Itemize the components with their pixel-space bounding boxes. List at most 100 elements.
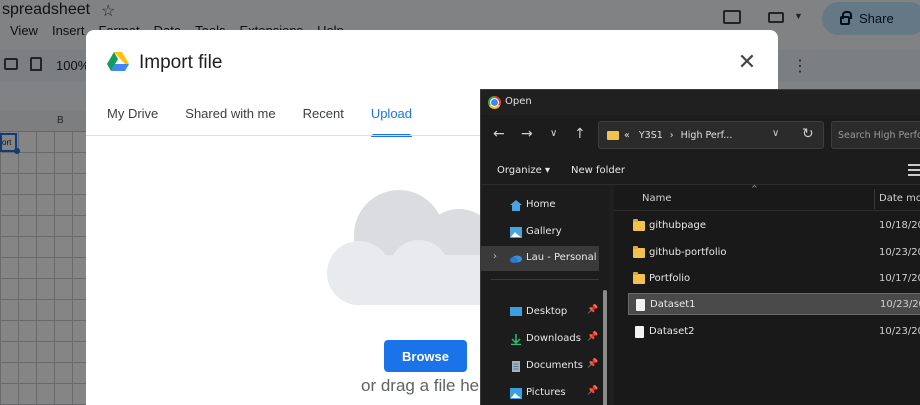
close-icon[interactable]: ✕	[737, 51, 757, 73]
up-arrow-icon[interactable]: ↑	[574, 126, 586, 142]
comment-icon[interactable]	[723, 10, 741, 24]
pin-icon[interactable]: 📌	[587, 386, 598, 396]
file-date: 10/17/20	[879, 273, 920, 284]
sidebar-item-pictures[interactable]: Pictures 📌	[481, 381, 599, 405]
pin-icon[interactable]: 📌	[587, 305, 598, 315]
more-icon[interactable]: ⋮	[792, 56, 808, 76]
file-name: Dataset1	[650, 299, 696, 310]
title-bar: Open	[481, 90, 920, 115]
file-icon	[635, 326, 644, 338]
address-dropdown-icon[interactable]: ∨	[772, 128, 779, 139]
file-icon	[636, 299, 645, 311]
navigation-pane: Home Gallery › Lau - Personal Desktop 📌 …	[481, 185, 609, 405]
breadcrumb-item-y3s1[interactable]: Y3S1	[639, 130, 663, 141]
sidebar-item-label: Pictures	[526, 387, 566, 398]
zoom-select[interactable]: 100%	[56, 58, 89, 73]
chrome-icon	[488, 96, 501, 109]
sidebar-item-desktop[interactable]: Desktop 📌	[481, 300, 599, 325]
file-row-portfolio[interactable]: Portfolio 10/17/20	[628, 268, 920, 290]
sidebar-item-label: Home	[526, 199, 556, 210]
command-bar: Organize ▾ New folder	[481, 155, 920, 185]
sidebar-item-label: Desktop	[526, 306, 568, 317]
document-title[interactable]: spreadsheet	[2, 1, 90, 19]
breadcrumb-overflow[interactable]: «	[624, 130, 630, 141]
folder-icon	[633, 272, 645, 284]
breadcrumb-separator-icon: ›	[669, 130, 674, 141]
sidebar-divider	[491, 279, 599, 280]
paint-format-icon[interactable]	[30, 57, 42, 71]
sidebar-item-label: Lau - Personal	[526, 252, 597, 263]
sidebar-scrollbar[interactable]	[603, 290, 607, 405]
back-arrow-icon[interactable]: ←	[493, 126, 505, 142]
screen: spreadsheet ☆ View Insert Format Data To…	[0, 0, 920, 405]
forward-arrow-icon[interactable]: →	[521, 126, 533, 142]
home-icon	[510, 200, 522, 211]
file-date: 10/23/20	[880, 299, 920, 310]
meet-icon[interactable]	[768, 12, 784, 23]
documents-icon	[512, 361, 520, 372]
cell-grid[interactable]	[0, 110, 90, 405]
onedrive-icon	[510, 255, 522, 263]
desktop-icon	[510, 307, 522, 316]
print-icon[interactable]	[4, 58, 18, 70]
dialog-title: Import file	[139, 52, 223, 73]
file-row-githubpage[interactable]: githubpage 10/18/20	[628, 215, 920, 237]
column-divider[interactable]	[874, 189, 875, 209]
sidebar-item-downloads[interactable]: Downloads 📌	[481, 327, 599, 352]
share-button[interactable]: Share	[822, 2, 920, 35]
file-list: ^ Name Date mo githubpage 10/18/20 githu…	[614, 184, 920, 405]
menu-insert[interactable]: Insert	[52, 23, 85, 38]
source-tabs: My Drive Shared with me Recent Upload	[107, 106, 413, 137]
pictures-icon	[510, 388, 522, 399]
browse-button[interactable]: Browse	[384, 340, 467, 372]
tab-upload[interactable]: Upload	[370, 106, 413, 137]
file-row-github-portfolio[interactable]: github-portfolio 10/23/20	[628, 242, 920, 264]
file-row-dataset1[interactable]: Dataset1 10/23/20	[628, 293, 920, 315]
window-title: Open	[505, 96, 532, 107]
refresh-icon[interactable]: ↻	[802, 126, 814, 142]
file-date: 10/23/20	[879, 326, 920, 337]
menu-view[interactable]: View	[10, 23, 38, 38]
file-name: Dataset2	[649, 326, 695, 337]
column-header-date[interactable]: Date mo	[879, 193, 920, 204]
file-name: Portfolio	[649, 273, 691, 284]
open-file-dialog: Open ← → ∨ ↑ « Y3S1 › High Perf... ∨ ↻ S…	[480, 89, 920, 405]
sidebar-item-home[interactable]: Home	[481, 193, 599, 218]
column-header-name[interactable]: Name	[642, 193, 672, 204]
column-header: B	[0, 110, 90, 132]
drag-hint: or drag a file here	[361, 376, 495, 395]
google-drive-icon	[107, 52, 129, 71]
organize-button[interactable]: Organize ▾	[497, 165, 550, 176]
sidebar-item-gallery[interactable]: Gallery	[481, 220, 599, 245]
recent-locations-chevron-icon[interactable]: ∨	[550, 128, 557, 139]
search-input[interactable]: Search High Perfor	[831, 121, 920, 149]
sidebar-item-onedrive[interactable]: › Lau - Personal	[481, 246, 599, 271]
downloads-icon	[511, 334, 521, 345]
fill-handle[interactable]	[14, 148, 20, 154]
pin-icon[interactable]: 📌	[587, 359, 598, 369]
breadcrumb: « Y3S1 › High Perf...	[624, 130, 732, 141]
file-name: githubpage	[649, 220, 707, 231]
address-bar[interactable]: « Y3S1 › High Perf... ∨ ↻	[598, 121, 824, 149]
view-options-icon[interactable]	[908, 164, 920, 176]
file-name: github-portfolio	[649, 247, 727, 258]
sidebar-item-label: Documents	[526, 360, 584, 371]
chevron-down-icon[interactable]: ▼	[794, 11, 803, 21]
tab-recent[interactable]: Recent	[303, 106, 344, 133]
new-folder-button[interactable]: New folder	[571, 165, 625, 176]
pin-icon[interactable]: 📌	[587, 332, 598, 342]
folder-icon	[633, 219, 645, 231]
breadcrumb-item-high-perf[interactable]: High Perf...	[681, 130, 733, 141]
column-b-label[interactable]: B	[57, 115, 64, 126]
file-row-dataset2[interactable]: Dataset2 10/23/20	[628, 321, 920, 343]
sidebar-item-label: Gallery	[526, 226, 562, 237]
sidebar-item-documents[interactable]: Documents 📌	[481, 354, 599, 379]
expand-chevron-icon[interactable]: ›	[493, 251, 497, 262]
file-list-header: ^ Name Date mo	[614, 184, 920, 211]
tab-my-drive[interactable]: My Drive	[107, 106, 158, 133]
folder-icon	[607, 131, 619, 140]
file-date: 10/18/20	[879, 220, 920, 231]
tab-shared-with-me[interactable]: Shared with me	[185, 106, 275, 133]
sort-ascending-icon: ^	[751, 184, 758, 193]
star-icon[interactable]: ☆	[101, 1, 115, 21]
